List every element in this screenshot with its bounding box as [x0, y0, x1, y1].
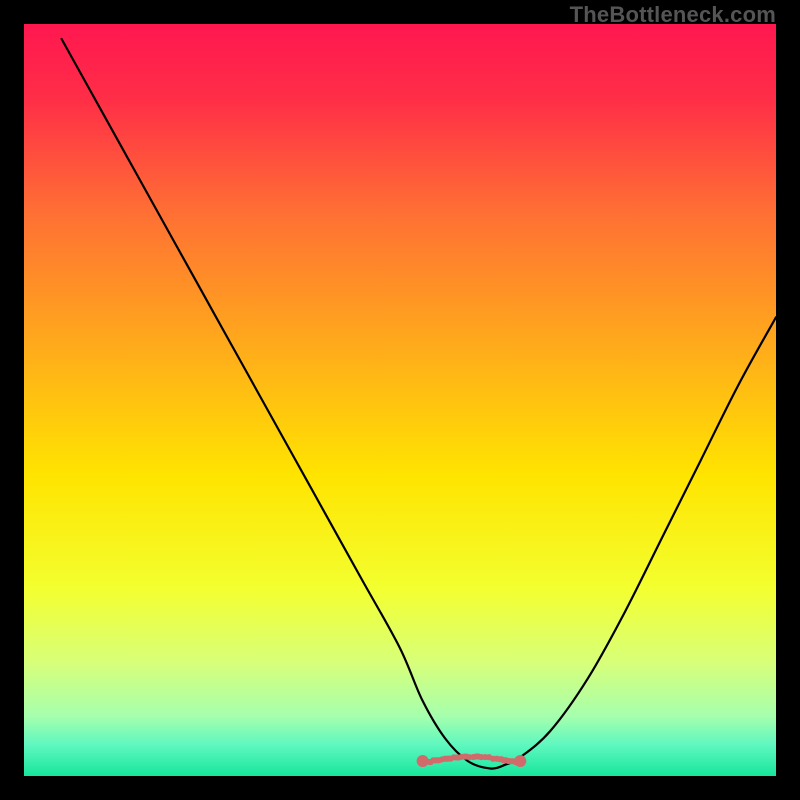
watermark-text: TheBottleneck.com — [570, 2, 776, 28]
chart-svg — [24, 24, 776, 776]
chart-frame — [24, 24, 776, 776]
gradient-background — [24, 24, 776, 776]
